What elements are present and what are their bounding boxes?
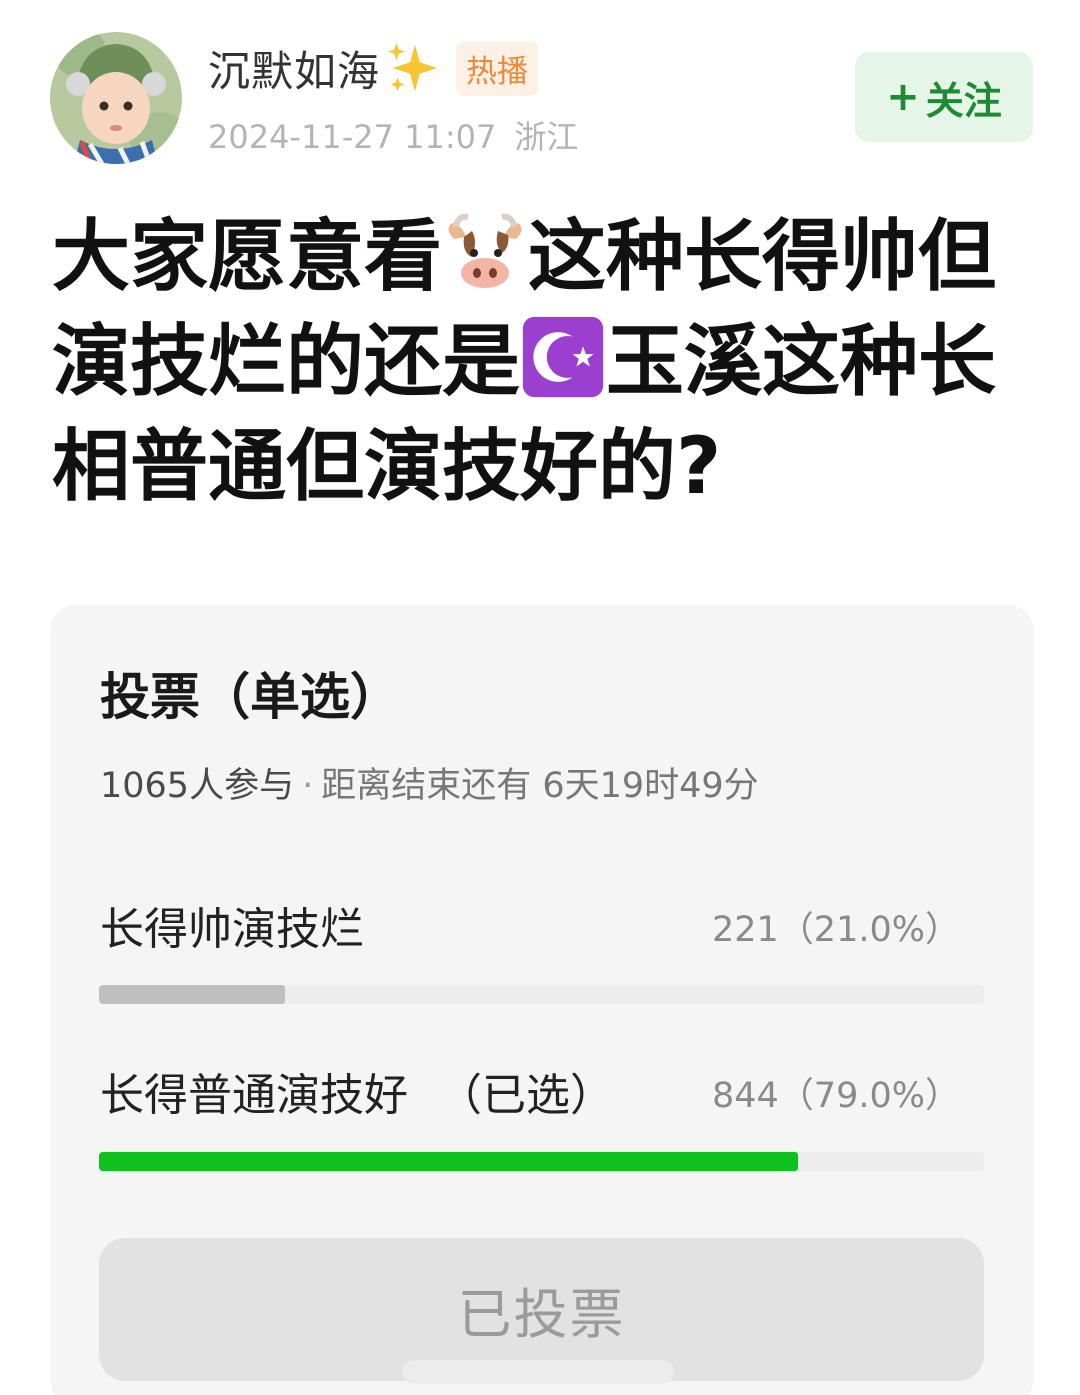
username-row: 沉默如海 热播 [208, 38, 539, 99]
poll-selected-tag: （已选） [438, 1070, 614, 1121]
post-meta: 2024-11-27 11:07 浙江 [208, 112, 578, 158]
post-title-part-1: 大家愿意看 [52, 212, 443, 302]
poll-summary: 1065人参与 · 距离结束还有 6天19时49分 [100, 757, 759, 808]
post-location: 浙江 [514, 118, 579, 156]
poll-title: 投票（单选） [100, 668, 400, 726]
follow-label: 关注 [925, 78, 1002, 123]
poll-option-2-bar [99, 1152, 984, 1171]
poll-card: 投票（单选） 1065人参与 · 距离结束还有 6天19时49分 长得帅演技烂 22… [50, 605, 1034, 1395]
poll-option-2-bar-fill [99, 1152, 799, 1171]
post-title: 大家愿意看 这种长得帅但演技烂的还是 玉溪这种长相普通但演技好的? [52, 205, 1042, 520]
poll-option-label-text: 长得帅演技烂 [100, 904, 364, 955]
poll-option-label-text: 长得普通演技好 [100, 1070, 408, 1121]
poll-separator: · [302, 766, 314, 806]
avatar-image [50, 32, 182, 164]
plus-icon: + [886, 74, 920, 120]
poll-option-2-label[interactable]: 长得普通演技好 （已选） [100, 1059, 614, 1123]
avatar[interactable] [50, 32, 182, 164]
sparkles-icon [387, 42, 438, 92]
post-timestamp: 2024-11-27 11:07 [208, 118, 497, 156]
username[interactable]: 沉默如海 [208, 38, 380, 99]
poll-participants: 1065人参与 [100, 766, 295, 806]
watermark-overlay [402, 1360, 674, 1384]
poll-option-1-label[interactable]: 长得帅演技烂 [100, 893, 364, 957]
poll-remaining-time: 距离结束还有 6天19时49分 [321, 766, 759, 806]
poll-option-2-count: 844（79.0%） [712, 1076, 960, 1116]
star-and-crescent-icon [522, 316, 604, 398]
cow-face-icon [448, 213, 522, 289]
poll-option-1-bar-fill [99, 985, 285, 1004]
follow-button[interactable]: + 关注 [855, 52, 1033, 142]
hot-badge: 热播 [456, 40, 539, 96]
post-page: 沉默如海 热播 2024-11-27 11:07浙江 + 关注 大家愿意看 这 [0, 0, 1080, 1395]
poll-option-1-bar [99, 985, 984, 1004]
poll-option-1-count: 221（21.0%） [712, 910, 960, 950]
